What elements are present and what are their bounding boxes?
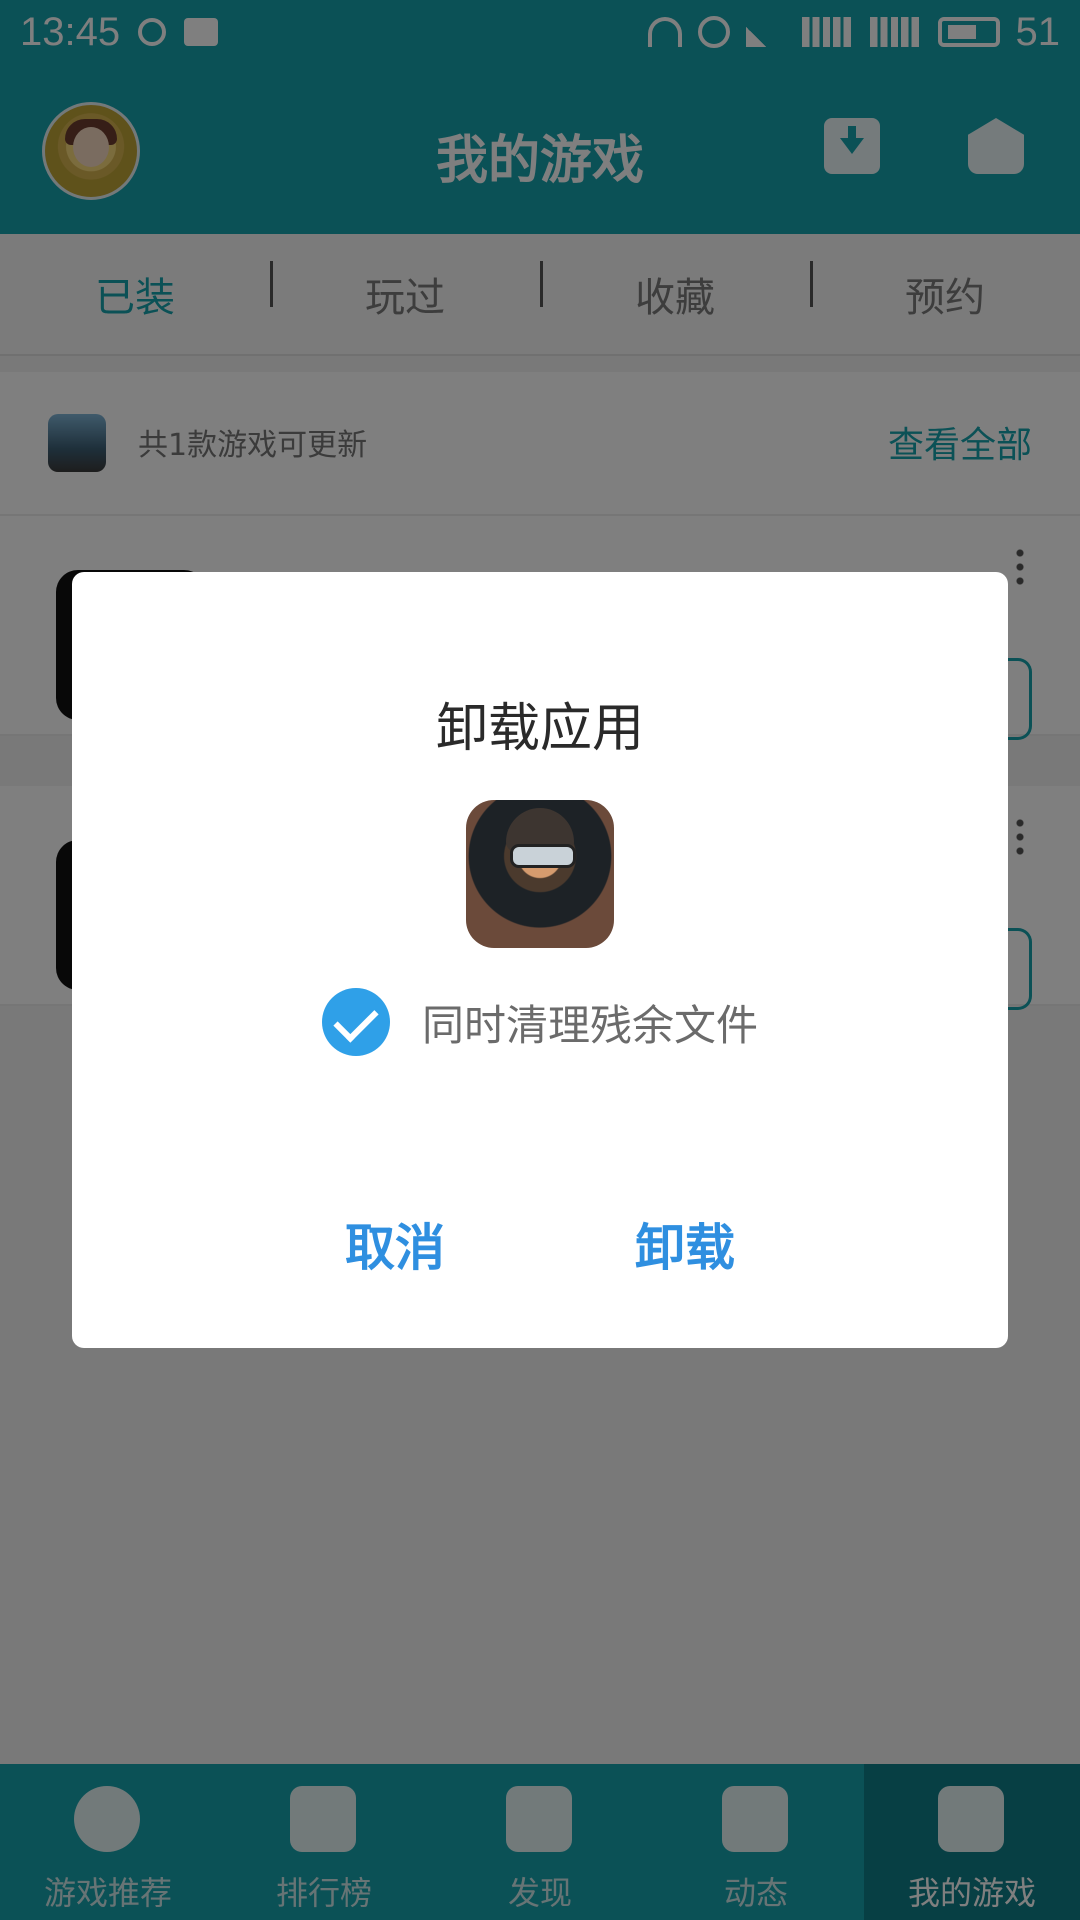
app-icon [466, 800, 614, 948]
uninstall-dialog: 卸载应用 同时清理残余文件 取消 卸载 [72, 572, 1008, 1348]
uninstall-button[interactable]: 卸载 [635, 1208, 735, 1280]
cleanup-label: 同时清理残余文件 [421, 1000, 758, 1050]
dialog-actions: 取消 卸载 [72, 1208, 1008, 1280]
cancel-button[interactable]: 取消 [345, 1208, 445, 1280]
check-circle-icon[interactable] [321, 988, 390, 1056]
goggles-shape [510, 844, 576, 868]
dialog-title: 卸载应用 [435, 699, 644, 759]
cleanup-option[interactable]: 同时清理残余文件 [72, 988, 1008, 1056]
